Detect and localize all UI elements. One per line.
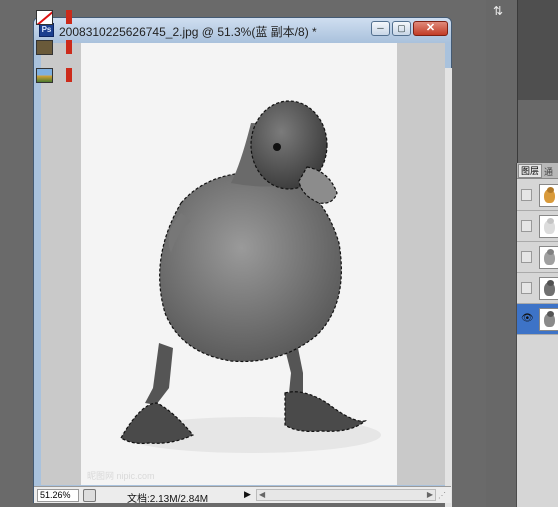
status-menu-arrow-icon[interactable]: ▶	[244, 489, 251, 500]
tab-channels[interactable]: 通	[544, 165, 558, 178]
red-tool-icon[interactable]	[66, 68, 72, 82]
canvas-area[interactable]: 昵图网 nipic.com	[41, 43, 452, 507]
maximize-button[interactable]: ▢	[392, 21, 411, 36]
status-info-icon[interactable]	[83, 489, 96, 502]
layer-visibility-toggle[interactable]	[521, 220, 532, 232]
layer-row-selected[interactable]: 👁	[517, 304, 558, 335]
document-title: 2008310225626745_2.jpg @ 51.3%(蓝 副本/8) *	[59, 25, 317, 39]
image-canvas[interactable]: 昵图网 nipic.com	[81, 43, 397, 485]
workspace: Ps 2008310225626745_2.jpg @ 51.3%(蓝 副本/8…	[0, 0, 486, 507]
no-color-swatch-icon[interactable]	[36, 10, 53, 25]
scroll-right-icon[interactable]: ▶	[427, 490, 433, 499]
layer-row[interactable]	[517, 211, 558, 242]
layer-visibility-toggle[interactable]	[521, 189, 532, 201]
zoom-field[interactable]: 51.26%	[37, 489, 79, 502]
layer-visibility-toggle[interactable]	[521, 282, 532, 294]
red-tool-icon[interactable]	[66, 10, 72, 24]
tab-layers[interactable]: 图层	[518, 164, 542, 178]
color-swatch-icon[interactable]	[36, 40, 53, 55]
layer-thumbnail[interactable]	[539, 184, 558, 207]
layer-row[interactable]	[517, 242, 558, 273]
horizontal-scrollbar[interactable]: ◀ ▶	[256, 489, 436, 501]
eye-icon[interactable]: 👁	[521, 313, 534, 325]
layer-row[interactable]	[517, 180, 558, 211]
vertical-scrollbar[interactable]	[445, 68, 452, 507]
watermark: 昵图网 nipic.com	[87, 471, 155, 481]
status-bar: 51.26% 文档:2.13M/2.84M ▶ ◀ ▶ ⋰	[34, 486, 451, 505]
layer-thumbnail[interactable]	[539, 215, 558, 238]
layer-thumbnail[interactable]	[539, 246, 558, 269]
layer-row[interactable]	[517, 273, 558, 304]
layers-panel: 图层 通 👁	[516, 163, 558, 507]
scroll-left-icon[interactable]: ◀	[259, 490, 265, 499]
resize-grip-icon[interactable]: ⋰	[438, 491, 446, 500]
layer-thumbnail[interactable]	[539, 308, 558, 331]
minimize-button[interactable]: ─	[371, 21, 390, 36]
document-size: 文档:2.13M/2.84M	[127, 494, 209, 505]
layers-tab-bar: 图层 通	[517, 163, 558, 179]
document-window[interactable]: Ps 2008310225626745_2.jpg @ 51.3%(蓝 副本/8…	[33, 17, 452, 507]
arrange-documents-icon[interactable]: ⇅	[493, 4, 507, 22]
duckling-image[interactable]	[81, 43, 397, 485]
close-button[interactable]: ✕	[413, 21, 448, 36]
photoshop-icon: Ps	[39, 23, 54, 37]
tool-swatches-column	[517, 0, 558, 100]
document-titlebar[interactable]: Ps 2008310225626745_2.jpg @ 51.3%(蓝 副本/8…	[34, 18, 451, 43]
red-tool-icon[interactable]	[66, 40, 72, 54]
image-swatch-icon[interactable]	[36, 68, 53, 83]
layer-thumbnail[interactable]	[539, 277, 558, 300]
layer-visibility-toggle[interactable]	[521, 251, 532, 263]
